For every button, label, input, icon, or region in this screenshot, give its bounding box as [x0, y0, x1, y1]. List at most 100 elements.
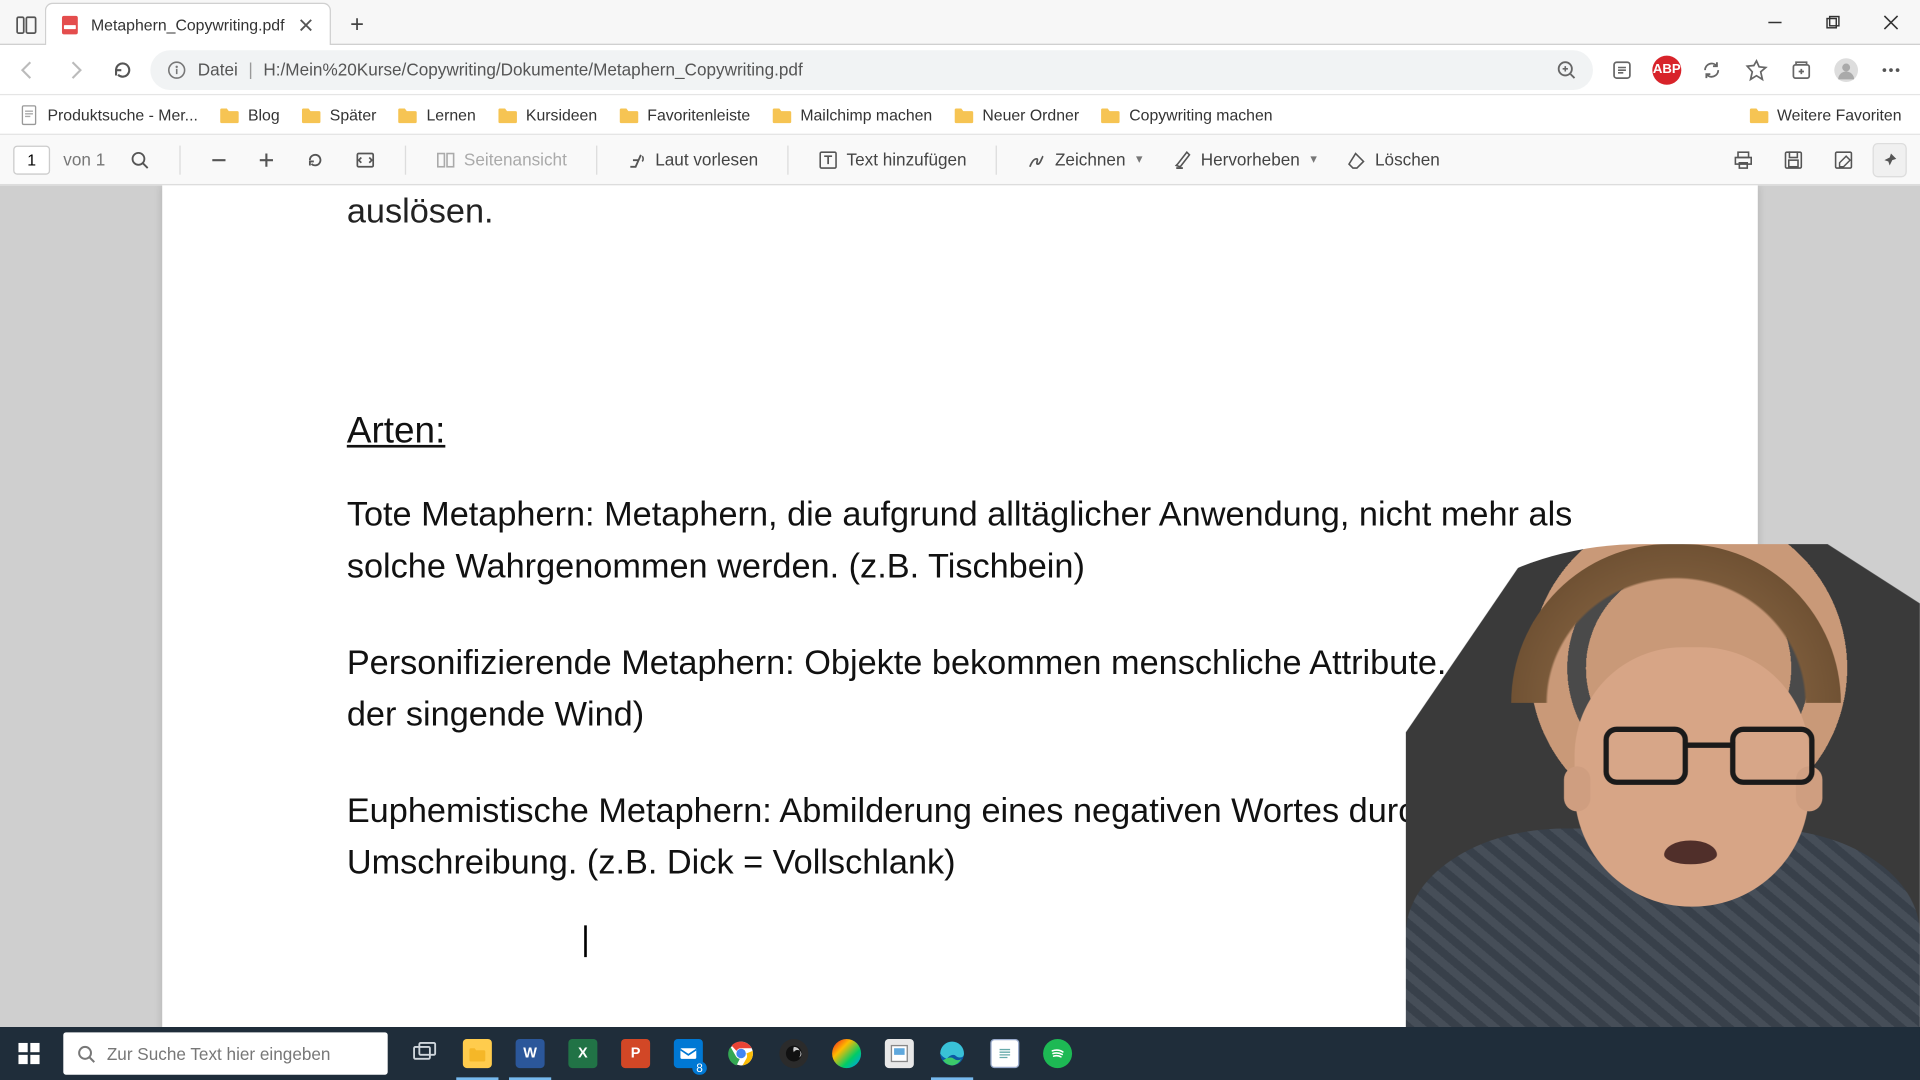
page-total-label: von 1	[63, 150, 105, 170]
obs-icon[interactable]	[767, 1027, 820, 1080]
sync-icon[interactable]	[1691, 50, 1733, 90]
tab-title: Metaphern_Copywriting.pdf	[91, 15, 285, 34]
folder-icon	[219, 104, 240, 125]
tab-close-icon[interactable]	[295, 14, 316, 35]
folder-icon	[1748, 104, 1769, 125]
bookmark-label: Kursideen	[526, 105, 597, 124]
save-button[interactable]	[1772, 144, 1814, 176]
more-icon[interactable]	[1870, 50, 1912, 90]
page-view-label: Seitenansicht	[464, 150, 567, 170]
bookmark-item[interactable]: Blog	[211, 100, 288, 129]
folder-icon	[398, 104, 419, 125]
windows-taskbar: Zur Suche Text hier eingeben W X P 8	[0, 1027, 1920, 1080]
highlight-button[interactable]: Hervorheben ▾	[1161, 144, 1327, 176]
taskbar-apps: W X P 8	[398, 1027, 1084, 1080]
app-icon-2[interactable]	[873, 1027, 926, 1080]
chrome-icon[interactable]	[715, 1027, 768, 1080]
bookmarks-bar: Produktsuche - Mer... Blog Später Lernen Kur…	[0, 95, 1920, 135]
tab-actions-icon[interactable]	[8, 6, 45, 43]
titlebar: Metaphern_Copywriting.pdf +	[0, 0, 1920, 45]
bookmark-label: Lernen	[427, 105, 476, 124]
paragraph-euphemistic: Euphemistische Metaphern: Abmilderung ei…	[347, 785, 1573, 888]
read-aloud-button[interactable]: Laut vorlesen	[616, 144, 769, 176]
folder-icon	[771, 104, 792, 125]
folder-icon	[953, 104, 974, 125]
add-text-button[interactable]: Text hinzufügen	[807, 144, 977, 176]
chevron-down-icon: ▾	[1310, 152, 1317, 167]
profile-icon[interactable]	[1825, 50, 1867, 90]
notepad-icon[interactable]	[978, 1027, 1031, 1080]
word-icon[interactable]: W	[504, 1027, 557, 1080]
erase-label: Löschen	[1375, 150, 1440, 170]
minimize-button[interactable]	[1746, 0, 1804, 45]
erase-button[interactable]: Löschen	[1335, 144, 1450, 176]
bookmark-label: Später	[330, 105, 377, 124]
page-view-button[interactable]: Seitenansicht	[424, 144, 577, 176]
draw-button[interactable]: Zeichnen ▾	[1015, 144, 1153, 176]
refresh-button[interactable]	[103, 50, 143, 90]
adblock-icon[interactable]: ABP	[1646, 50, 1688, 90]
bookmark-item[interactable]: Lernen	[390, 100, 484, 129]
pdf-favicon-icon	[59, 14, 80, 35]
url-scheme: Datei	[198, 60, 238, 80]
powerpoint-icon[interactable]: P	[609, 1027, 662, 1080]
search-icon	[76, 1044, 96, 1064]
rotate-button[interactable]	[294, 144, 336, 176]
url-path: H:/Mein%20Kurse/Copywriting/Dokumente/Me…	[263, 60, 1545, 80]
forward-button[interactable]	[55, 50, 95, 90]
back-button[interactable]	[8, 50, 48, 90]
excel-icon[interactable]: X	[556, 1027, 609, 1080]
bookmark-more-favs[interactable]: Weitere Favoriten	[1740, 100, 1909, 129]
zoom-out-button[interactable]	[199, 145, 239, 174]
text-cursor	[584, 925, 586, 957]
collections-icon[interactable]	[1780, 50, 1822, 90]
site-info-icon[interactable]	[166, 59, 187, 80]
print-button[interactable]	[1722, 144, 1764, 176]
folder-icon	[301, 104, 322, 125]
chevron-down-icon: ▾	[1136, 152, 1143, 167]
app-icon-1[interactable]	[820, 1027, 873, 1080]
new-tab-button[interactable]: +	[339, 6, 376, 43]
address-bar: Datei | H:/Mein%20Kurse/Copywriting/Doku…	[0, 45, 1920, 95]
page-number-input[interactable]	[13, 145, 50, 174]
zoom-icon[interactable]	[1556, 59, 1577, 80]
maximize-button[interactable]	[1804, 0, 1862, 45]
folder-icon	[618, 104, 639, 125]
draw-label: Zeichnen	[1055, 150, 1126, 170]
zoom-in-button[interactable]	[246, 145, 286, 174]
file-explorer-icon[interactable]	[451, 1027, 504, 1080]
reader-mode-icon[interactable]	[1601, 50, 1643, 90]
folder-icon	[1100, 104, 1121, 125]
url-separator: |	[248, 60, 252, 80]
favorites-icon[interactable]	[1735, 50, 1777, 90]
edge-icon[interactable]	[926, 1027, 979, 1080]
spotify-icon[interactable]	[1031, 1027, 1084, 1080]
find-icon[interactable]	[118, 144, 160, 176]
bookmark-label: Blog	[248, 105, 280, 124]
read-aloud-label: Laut vorlesen	[655, 150, 758, 170]
task-view-button[interactable]	[398, 1027, 451, 1080]
highlight-label: Hervorheben	[1201, 150, 1300, 170]
pin-toolbar-button[interactable]	[1873, 142, 1907, 176]
start-button[interactable]	[0, 1027, 58, 1080]
bookmark-item[interactable]: Später	[293, 100, 384, 129]
omnibox[interactable]: Datei | H:/Mein%20Kurse/Copywriting/Doku…	[150, 50, 1593, 90]
bookmark-label: Copywriting machen	[1129, 105, 1272, 124]
bookmark-item[interactable]: Favoritenleiste	[610, 100, 758, 129]
paragraph-personifying: Personifizierende Metaphern: Objekte bek…	[347, 637, 1573, 740]
bookmark-item[interactable]: Copywriting machen	[1092, 100, 1280, 129]
close-window-button[interactable]	[1862, 0, 1920, 45]
bookmark-item[interactable]: Produktsuche - Mer...	[11, 100, 206, 129]
search-placeholder: Zur Suche Text hier eingeben	[107, 1044, 331, 1064]
fit-page-button[interactable]	[344, 144, 386, 176]
bookmark-item[interactable]: Neuer Ordner	[945, 100, 1087, 129]
bookmark-label: Mailchimp machen	[800, 105, 932, 124]
bookmark-item[interactable]: Mailchimp machen	[763, 100, 940, 129]
folder-icon	[497, 104, 518, 125]
bookmark-label: Produktsuche - Mer...	[47, 105, 197, 124]
save-as-button[interactable]	[1822, 144, 1864, 176]
mail-icon[interactable]: 8	[662, 1027, 715, 1080]
taskbar-search[interactable]: Zur Suche Text hier eingeben	[63, 1032, 387, 1074]
bookmark-item[interactable]: Kursideen	[489, 100, 605, 129]
browser-tab[interactable]: Metaphern_Copywriting.pdf	[45, 3, 331, 45]
